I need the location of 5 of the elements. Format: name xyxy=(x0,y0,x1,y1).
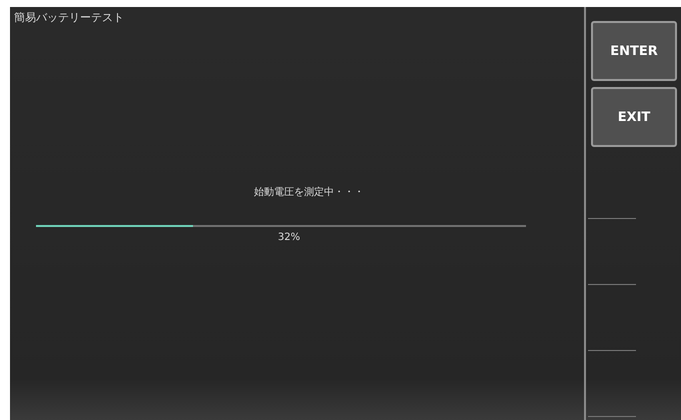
softkey-button[interactable]: EXIT xyxy=(591,87,677,147)
progress-percent: 32% xyxy=(278,232,300,243)
screen-title: 簡易バッテリーテスト xyxy=(14,10,124,25)
status-message: 始動電圧を測定中・・・ xyxy=(254,186,364,199)
softkey-button[interactable]: ENTER xyxy=(591,21,677,81)
